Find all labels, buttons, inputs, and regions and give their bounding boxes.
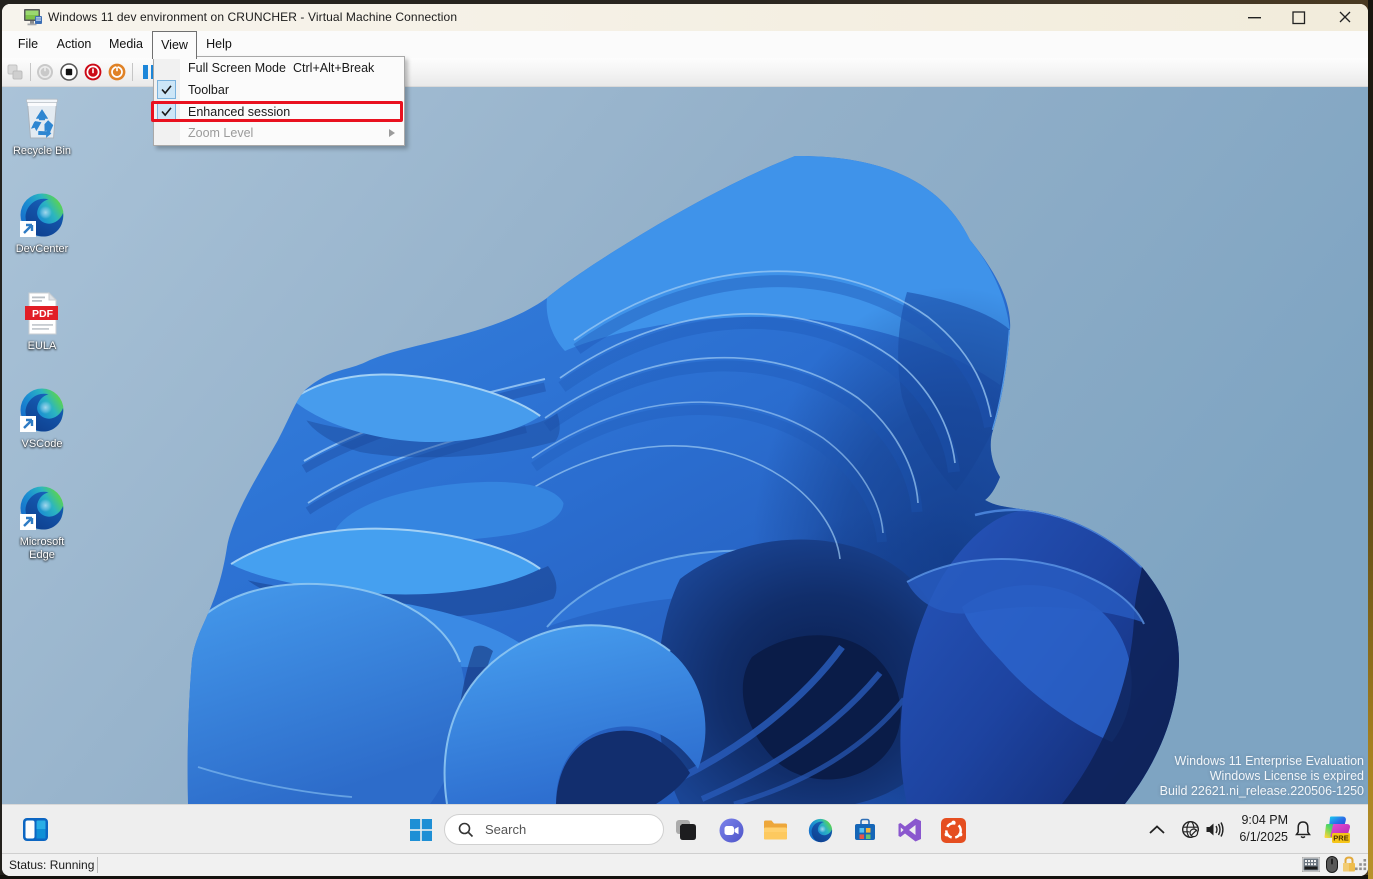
svg-text:PDF: PDF (32, 308, 54, 320)
svg-text:PRE: PRE (1333, 834, 1348, 843)
